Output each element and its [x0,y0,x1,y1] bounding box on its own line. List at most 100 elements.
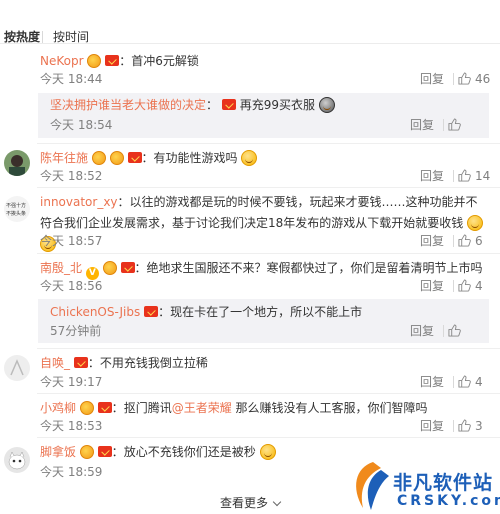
reply-button[interactable]: 回复 [420,233,444,249]
avatar[interactable]: 不强十方 不挨头条 [4,196,30,222]
comment-actions: 回复 4 [408,374,488,390]
comment-time: 今天 18:44 [40,72,103,86]
comment-time: 今天 18:53 [40,419,103,433]
reply-text: 现在卡在了一个地方，所以不能上市 [170,305,363,319]
comment-actions: 回复 3 [408,418,488,434]
sort-by-time-tab[interactable]: 按时间 [53,30,89,44]
action-divider [453,73,454,85]
comment-text: 首冲6元解锁 [131,54,199,68]
comment-username[interactable]: 自唤_ [40,356,70,370]
action-divider [453,280,454,292]
like-count: 4 [475,375,483,389]
comment-time: 今天 18:56 [40,279,103,293]
watermark-subtitle: CRSKY.com [397,493,500,509]
thumbs-up-icon [458,279,471,292]
watermark-logo-icon [356,462,389,510]
reply-line: ChickenOS-Jibs ：现在卡在了一个地方，所以不能上市 [50,305,363,319]
thumbs-up-icon [458,234,471,247]
reply-button[interactable]: 回复 [420,71,444,87]
reply-button[interactable]: 回复 [420,374,444,390]
reply-username[interactable]: ChickenOS-Jibs [50,305,140,319]
sort-divider [42,31,43,43]
svg-text:不强十方: 不强十方 [6,202,26,209]
emoji-icon [241,150,258,166]
comment-time: 今天 19:17 [40,375,103,389]
red-envelope-badge-icon [144,306,159,317]
comment-username[interactable]: 南殷_北 [40,261,82,275]
comment-actions: 回复 14 [408,168,491,184]
action-divider [443,325,444,337]
reply-button[interactable]: 回复 [420,278,444,294]
thumbs-up-icon [448,118,461,131]
member-badge-icon [102,261,117,275]
comment-actions: 回复 4 [408,278,488,294]
comment-username[interactable]: 陈年往施 [40,151,88,165]
sort-by-hot-tab[interactable]: 按热度 [4,30,40,44]
sort-bar: 按热度 按时间 [0,0,500,44]
reply-box: ChickenOS-Jibs ：现在卡在了一个地方，所以不能上市 57分钟前 回… [38,299,489,343]
see-more-label: 查看更多 [219,496,268,510]
comment-username[interactable]: 脚拿饭 [40,445,76,459]
action-divider [453,170,454,182]
watermark-title: 非凡软件站 [393,472,494,494]
thumbs-up-icon [448,324,461,337]
reply-line: 坚决拥护谁当老大谁做的决定： 再充99买衣服 [50,97,479,113]
comment-item: 南殷_北 V ：绝地求生国服还不来？寒假都快过了，你们是留着清明节上市吗 今天 … [0,254,500,349]
comment-text: 有功能性游戏吗 [153,151,238,165]
chevron-down-icon [272,497,282,507]
like-count: 6 [475,234,483,248]
comment-item: NeKopr ：首冲6元解锁 今天 18:44 回复 46 坚决拥护谁当老大谁做… [0,44,500,144]
red-envelope-badge-icon [221,99,236,110]
comment-item: 不强十方 不挨头条 innovator_xy：以往的游戏都是玩的时候不要钱，玩起来… [0,188,500,254]
comment-text: 不用充钱我倒立拉稀 [99,356,208,370]
reply-text: 再充99买衣服 [239,98,315,112]
member-badge-icon [79,401,94,415]
comment-username[interactable]: NeKopr [40,54,84,68]
action-divider [453,235,454,247]
avatar[interactable] [4,447,30,473]
red-envelope-badge-icon [127,152,142,163]
comment-line: 陈年往施 ：有功能性游戏吗 [40,150,490,166]
comment-text: 绝地求生国服还不来？寒假都快过了，你们是留着清明节上市吗 [146,261,483,275]
member-badge-icon [87,54,102,68]
emoji-icon [318,97,335,113]
comment-actions: 回复 46 [408,71,491,87]
action-divider [453,376,454,388]
reply-actions: 回复 [398,117,478,133]
comment-line: 小鸡柳 ：抠门腾讯@王者荣耀 那么赚钱没有人工客服，你们智障吗 [40,401,428,415]
comment-text: 抠门腾讯 [123,401,172,415]
avatar[interactable] [4,150,30,176]
member-badge-icon [91,151,106,165]
comment-time: 今天 18:59 [40,465,103,479]
comment-text-continued: 那么赚钱没有人工客服，你们智障吗 [231,401,428,415]
comment-username[interactable]: 小鸡柳 [40,401,76,415]
reply-button[interactable]: 回复 [410,323,434,339]
emoji-icon [259,444,276,460]
avatar[interactable] [4,355,30,381]
reply-username[interactable]: 坚决拥护谁当老大谁做的决定 [50,98,206,112]
comment-time: 今天 18:57 [40,234,103,248]
like-count: 3 [475,419,483,433]
comment-username[interactable]: innovator_xy [40,195,118,209]
red-envelope-badge-icon [97,446,112,457]
member-badge-icon [109,151,124,165]
red-envelope-badge-icon [105,55,120,66]
comment-line: NeKopr ：首冲6元解锁 [40,54,199,68]
comment-line: 南殷_北 V ：绝地求生国服还不来？寒假都快过了，你们是留着清明节上市吗 [40,261,483,280]
svg-text:不挨头条: 不挨头条 [6,210,26,217]
reply-button[interactable]: 回复 [410,117,434,133]
reply-box: 坚决拥护谁当老大谁做的决定： 再充99买衣服 今天 18:54 回复 [38,93,489,138]
comment-item: 小鸡柳 ：抠门腾讯@王者荣耀 那么赚钱没有人工客服，你们智障吗 今天 18:53… [0,394,500,438]
emoji-icon [467,215,484,231]
thumbs-up-icon [458,375,471,388]
like-count: 4 [475,279,483,293]
reply-button[interactable]: 回复 [420,418,444,434]
comment-item: 自唤_ ：不用充钱我倒立拉稀 今天 19:17 回复 4 [0,349,500,394]
mention-link[interactable]: @王者荣耀 [172,401,232,415]
reply-actions: 回复 [398,323,478,339]
like-count: 46 [475,72,491,86]
action-divider [443,119,444,131]
reply-button[interactable]: 回复 [420,168,444,184]
thumbs-up-icon [458,419,471,432]
like-count: 14 [475,169,491,183]
